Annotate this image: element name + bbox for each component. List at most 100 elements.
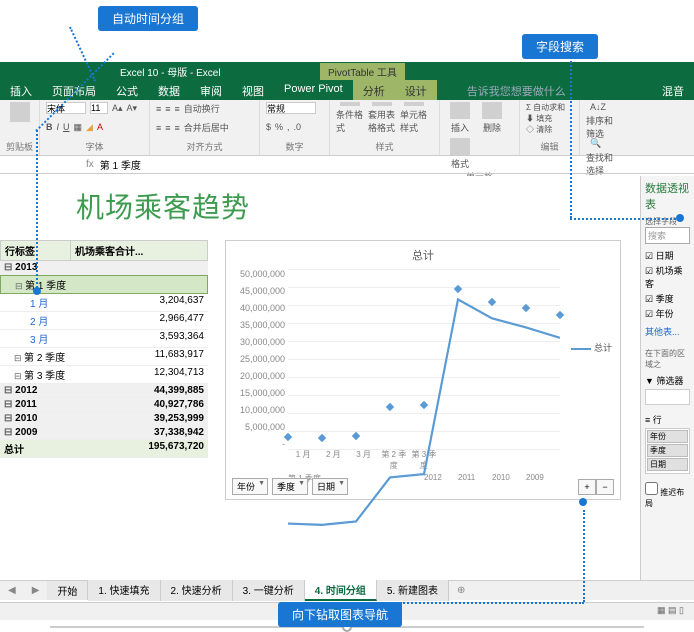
fill-color-icon[interactable]: ◢ [86,122,93,133]
pivot-row[interactable]: 201140,927,786 [0,398,208,412]
sheet-tab[interactable]: 5. 新建图表 [377,580,449,601]
font-size[interactable] [90,102,108,114]
filter-area[interactable] [645,389,690,405]
view-layout-icon[interactable]: ▤ [668,605,677,615]
new-sheet-icon[interactable]: ⊕ [449,585,473,596]
sort-filter-button[interactable]: A↓Z排序和筛选 [586,102,614,134]
fields-search-input[interactable]: 搜索 [645,227,690,244]
paste-button[interactable] [6,102,34,134]
align-right-icon[interactable]: ≡ [175,123,180,133]
pivot-row[interactable]: 2013 [0,261,208,275]
border-icon[interactable]: ▦ [74,122,83,133]
pivot-row[interactable]: 总计195,673,720 [0,440,208,458]
comma-icon[interactable]: , [287,122,290,132]
tab-view[interactable]: 视图 [232,80,274,100]
italic-icon[interactable]: I [57,122,60,132]
pivot-row[interactable]: 第 3 季度12,304,713 [0,366,208,384]
delete-cells-button[interactable]: 删除 [478,102,506,134]
row-area-pill[interactable]: 日期 [647,458,688,471]
tab-data[interactable]: 数据 [148,80,190,100]
tab-analyze[interactable]: 分析 [353,80,395,100]
chart-field-buttons: 年份 季度 日期 [232,478,348,495]
inc-dec-icon[interactable]: .0 [294,122,302,132]
drill-buttons: + − [578,479,614,495]
field-checkbox[interactable]: 年份 [645,306,690,321]
table-format-button[interactable]: 套用表格格式 [368,102,396,134]
pivot-row[interactable]: 1 月3,204,637 [0,294,208,312]
clear-button[interactable]: ◇ 清除 [526,124,573,135]
pivot-row[interactable]: 201244,399,885 [0,384,208,398]
field-btn-date[interactable]: 日期 [312,478,348,495]
cell-style-button[interactable]: 单元格样式 [400,102,428,134]
ribbon: 剪贴板 A▴ A▾ B I U ▦ ◢ A 字体 ≡ ≡ ≡ 自动换行 ≡ ≡ … [0,100,694,156]
bold-icon[interactable]: B [46,122,53,132]
pivot-row[interactable]: 3 月3,593,364 [0,330,208,348]
tab-review[interactable]: 审阅 [190,80,232,100]
pivot-chart[interactable]: 总计 50,000,00045,000,00040,000,00035,000,… [225,240,621,500]
align-left-icon[interactable]: ≡ [156,123,161,133]
formula-input[interactable]: 第 1 季度 [100,157,141,172]
sheet-nav-next-icon[interactable]: ▶ [24,585,48,596]
currency-icon[interactable]: $ [266,122,271,132]
field-btn-year[interactable]: 年份 [232,478,268,495]
more-tables-link[interactable]: 其他表... [645,325,690,338]
group-align: 对齐方式 [156,140,253,153]
row-area-pill[interactable]: 年份 [647,430,688,443]
shrink-font-icon[interactable]: A▾ [127,103,138,114]
callout-auto-time-group: 自动时间分组 [98,6,198,31]
sheet-tab[interactable]: 4. 时间分组 [305,580,377,601]
defer-checkbox[interactable] [645,482,658,495]
tell-me[interactable]: 告诉我您想要做什么 [457,80,576,100]
row-area-pill[interactable]: 季度 [647,444,688,457]
tab-formulas[interactable]: 公式 [106,80,148,100]
pivot-row[interactable]: 第 1 季度 [0,275,208,294]
ribbon-tabs: 插入 页面布局 公式 数据 审阅 视图 Power Pivot 分析 设计 告诉… [0,80,694,100]
group-editing: 编辑 [526,140,573,153]
field-checkbox[interactable]: 季度 [645,291,690,306]
field-btn-quarter[interactable]: 季度 [272,478,308,495]
drill-down-button[interactable]: + [578,479,596,495]
insert-cells-button[interactable]: 插入 [446,102,474,134]
app-title: Excel 10 - 母版 - Excel [120,64,221,79]
view-normal-icon[interactable]: ▦ [657,605,666,615]
align-center-icon[interactable]: ≡ [165,123,170,133]
underline-icon[interactable]: U [63,122,70,132]
pivot-table[interactable]: 行标签 机场乘客合计... 2013第 1 季度1 月3,204,6372 月2… [0,240,208,458]
row-area[interactable]: 年份季度日期 [645,428,690,474]
font-color-icon[interactable]: A [97,122,103,132]
sheet-tab[interactable]: 2. 快速分析 [161,580,233,601]
pivot-row[interactable]: 2 月2,966,477 [0,312,208,330]
align-mid-icon[interactable]: ≡ [165,104,170,114]
field-checkbox[interactable]: 日期 [645,248,690,263]
percent-icon[interactable]: % [275,122,283,132]
view-break-icon[interactable]: ▯ [679,605,684,615]
number-format[interactable] [266,102,316,114]
formula-bar: fx 第 1 季度 [0,156,694,174]
field-checkbox[interactable]: 机场乘客 [645,263,690,291]
col-header-total[interactable]: 机场乘客合计... [71,241,207,260]
autosum-button[interactable]: Σ 自动求和 [526,102,573,113]
sheet-nav-prev-icon[interactable]: ◀ [0,585,24,596]
pivot-row[interactable]: 第 2 季度11,683,917 [0,348,208,366]
sheet-tab[interactable]: 1. 快速填充 [88,580,160,601]
align-top-icon[interactable]: ≡ [156,104,161,114]
wrap-text-button[interactable]: 自动换行 [184,102,220,115]
pivot-row[interactable]: 201039,253,999 [0,412,208,426]
grow-font-icon[interactable]: A▴ [112,103,123,114]
tab-insert[interactable]: 插入 [0,80,42,100]
cond-format-button[interactable]: 条件格式 [336,102,364,134]
sheet-tab[interactable]: 3. 一键分析 [233,580,305,601]
align-bot-icon[interactable]: ≡ [175,104,180,114]
drill-up-button[interactable]: − [596,479,614,495]
merge-button[interactable]: 合并后居中 [184,121,229,134]
fx-icon[interactable]: fx [80,159,100,170]
fields-pane-title: 数据透视表 [645,180,690,212]
pivot-row[interactable]: 200937,338,942 [0,426,208,440]
fill-button[interactable]: ⬇ 填充 [526,113,573,124]
sheet-tab-start[interactable]: 开始 [47,581,88,600]
group-font: 字体 [46,140,143,153]
tab-powerpivot[interactable]: Power Pivot [274,80,353,100]
group-number: 数字 [266,140,323,153]
tab-design[interactable]: 设计 [395,80,437,100]
ribbon-far[interactable]: 混音 [652,80,694,100]
